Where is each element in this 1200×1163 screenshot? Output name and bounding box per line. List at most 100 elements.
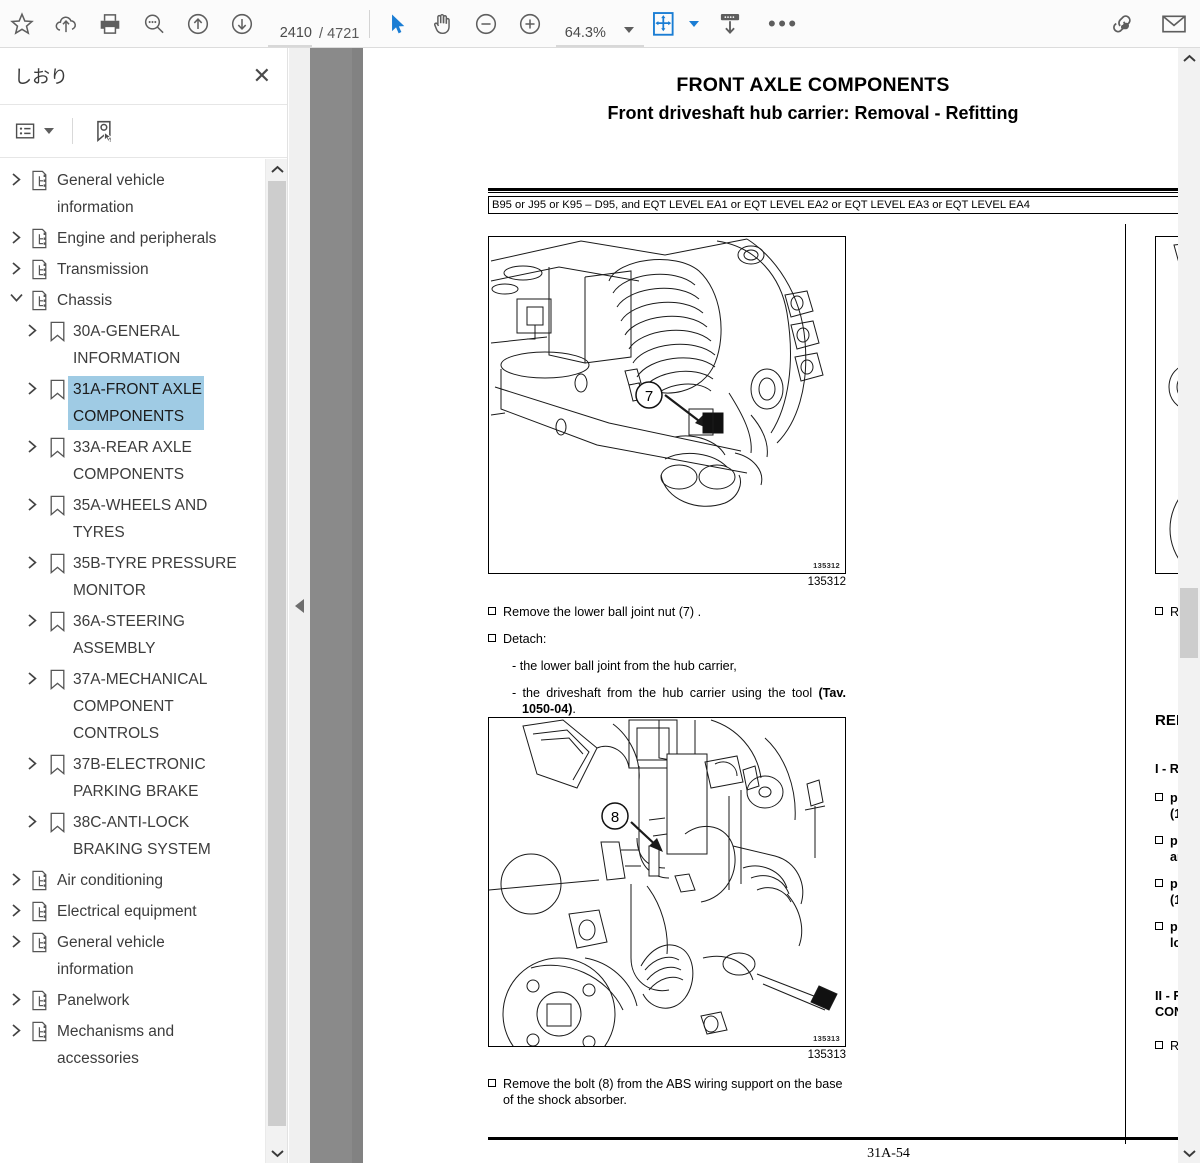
- bookmarks-sidebar: しおり ✕ General vehicle information Engine…: [0, 48, 288, 1163]
- page-total-value: 4721: [327, 25, 360, 42]
- bookmark-node-label: Panelwork: [57, 992, 130, 1009]
- bookmark-node-4[interactable]: 30A-GENERAL INFORMATION: [0, 316, 288, 374]
- sidebar-scrollbar-thumb[interactable]: [268, 181, 286, 1126]
- bookmark-node-label: General vehicle information: [57, 172, 165, 216]
- step-text: Detach:: [503, 632, 547, 646]
- next-page-icon[interactable]: [220, 1, 264, 47]
- chevron-right-icon[interactable]: [20, 751, 44, 771]
- collapse-triangle-icon: [295, 598, 304, 613]
- sidebar-scroll-up-icon[interactable]: [266, 159, 288, 179]
- bookmark-icon: [44, 608, 70, 632]
- chevron-right-icon[interactable]: [20, 608, 44, 628]
- chevron-right-icon[interactable]: [4, 898, 28, 918]
- print-icon[interactable]: [88, 1, 132, 47]
- viewer-scroll-up-icon[interactable]: [1178, 48, 1200, 68]
- bookmark-node-13[interactable]: Air conditioning: [0, 865, 288, 896]
- bookmark-node-2[interactable]: Transmission: [0, 254, 288, 285]
- bookmark-icon: [44, 809, 70, 833]
- checkbox-glyph-icon: [488, 1079, 496, 1087]
- fit-page-chevron-down-icon[interactable]: [684, 1, 704, 47]
- zoom-dropdown-chevron-icon[interactable]: [614, 22, 645, 47]
- chevron-right-icon[interactable]: [4, 225, 28, 245]
- bookmark-node-11[interactable]: 37B-ELECTRONIC PARKING BRAKE: [0, 749, 288, 807]
- document-viewer: FRONT AXLE COMPONENTS Front driveshaft h…: [289, 48, 1200, 1163]
- bookmark-node-label: Transmission: [57, 261, 149, 278]
- select-tool-icon[interactable]: [376, 1, 420, 47]
- bookmark-node-label: 35A-WHEELS AND TYRES: [73, 497, 208, 541]
- bookmark-node-16[interactable]: Panelwork: [0, 985, 288, 1016]
- sidebar-toolbar-divider: [72, 118, 73, 144]
- bookmark-node-7[interactable]: 35A-WHEELS AND TYRES: [0, 490, 288, 548]
- bookmark-node-9[interactable]: 36A-STEERING ASSEMBLY: [0, 606, 288, 664]
- hand-tool-icon[interactable]: [420, 1, 464, 47]
- bookmark-node-12[interactable]: 38C-ANTI-LOCK BRAKING SYSTEM: [0, 807, 288, 865]
- sidebar-scroll-down-icon[interactable]: [266, 1143, 288, 1163]
- viewer-scrollbar-thumb[interactable]: [1180, 588, 1198, 658]
- bookmark-node-8[interactable]: 35B-TYRE PRESSURE MONITOR: [0, 548, 288, 606]
- zoom-in-button[interactable]: [508, 1, 552, 47]
- add-bookmark-button[interactable]: [87, 114, 121, 148]
- page-subtitle: Front driveshaft hub carrier: Removal - …: [607, 103, 1019, 123]
- chevron-right-icon[interactable]: [20, 318, 44, 338]
- chevron-right-icon[interactable]: [20, 492, 44, 512]
- bookmark-node-label: 37B-ELECTRONIC PARKING BRAKE: [73, 756, 206, 800]
- previous-page-icon[interactable]: [176, 1, 220, 47]
- more-options-button[interactable]: •••: [756, 1, 810, 47]
- bookmark-node-0[interactable]: General vehicle information: [0, 165, 288, 223]
- bookmark-node-15[interactable]: General vehicle information: [0, 927, 288, 985]
- close-icon[interactable]: ✕: [253, 65, 271, 87]
- chevron-down-icon[interactable]: [4, 287, 28, 303]
- bookmark-node-14[interactable]: Electrical equipment: [0, 896, 288, 927]
- mail-icon[interactable]: [1148, 1, 1200, 47]
- fit-page-icon[interactable]: [644, 1, 684, 47]
- svg-text:8: 8: [611, 809, 619, 826]
- chevron-right-icon[interactable]: [20, 376, 44, 396]
- bookmark-node-label: 31A-FRONT AXLE COMPONENTS: [70, 376, 202, 430]
- bookmark-node-10[interactable]: 37A-MECHANICAL COMPONENT CONTROLS: [0, 664, 288, 749]
- chevron-right-icon[interactable]: [4, 256, 28, 276]
- viewer-scroll-down-icon[interactable]: [1178, 1143, 1200, 1163]
- checkbox-glyph-icon: [1155, 793, 1163, 801]
- page-number-input[interactable]: 2410: [268, 24, 312, 47]
- sidebar-scrollbar[interactable]: [265, 159, 287, 1163]
- zoom-level-value[interactable]: 64.3%: [556, 24, 615, 47]
- chevron-right-icon[interactable]: [4, 1018, 28, 1038]
- bookmark-tree[interactable]: General vehicle information Engine and pe…: [0, 159, 288, 1163]
- bookmark-node-label: Air conditioning: [57, 872, 163, 889]
- bookmark-node-label: Chassis: [57, 292, 113, 309]
- viewer-left-margin: [310, 48, 352, 1163]
- document-tree-icon: [28, 929, 54, 953]
- footer-page-number: 31A-54: [867, 1146, 910, 1161]
- pdf-page: FRONT AXLE COMPONENTS Front driveshaft h…: [363, 48, 1200, 1163]
- chevron-right-icon[interactable]: [4, 929, 28, 949]
- list-options-chevron-down-icon: [44, 128, 54, 134]
- viewer-scrollbar[interactable]: [1178, 48, 1200, 1163]
- chevron-right-icon[interactable]: [20, 550, 44, 570]
- bookmark-node-label: General vehicle information: [57, 934, 165, 978]
- sidebar-collapse-handle[interactable]: [289, 48, 310, 1163]
- chevron-right-icon[interactable]: [4, 987, 28, 1007]
- chevron-right-icon[interactable]: [20, 666, 44, 686]
- list-item: Remove the lower ball joint nut (7) .: [488, 604, 848, 620]
- bookmark-node-5[interactable]: 31A-FRONT AXLE COMPONENTS: [0, 374, 288, 432]
- document-tree-icon: [28, 256, 54, 280]
- chevron-right-icon[interactable]: [4, 867, 28, 887]
- bookmark-star-icon[interactable]: [0, 1, 44, 47]
- bookmark-node-6[interactable]: 33A-REAR AXLE COMPONENTS: [0, 432, 288, 490]
- bookmark-node-3[interactable]: Chassis: [0, 285, 288, 316]
- list-item: - the lower ball joint from the hub carr…: [512, 659, 737, 673]
- search-icon[interactable]: [132, 1, 176, 47]
- bookmark-node-17[interactable]: Mechanisms and accessories: [0, 1016, 288, 1074]
- zoom-out-button[interactable]: [464, 1, 508, 47]
- bookmark-node-1[interactable]: Engine and peripherals: [0, 223, 288, 254]
- save-download-icon[interactable]: [704, 1, 756, 47]
- chevron-right-icon[interactable]: [4, 167, 28, 187]
- share-link-icon[interactable]: [1096, 1, 1148, 47]
- chevron-right-icon[interactable]: [20, 809, 44, 829]
- step-text: Remove the lower ball joint nut (7) .: [503, 605, 702, 619]
- list-options-button[interactable]: [10, 115, 58, 147]
- chevron-right-icon[interactable]: [20, 434, 44, 454]
- cloud-upload-icon[interactable]: [44, 1, 88, 47]
- step-text: Remove the bolt (8) from the ABS wiring …: [503, 1077, 843, 1107]
- figure-inner-id: 135313: [813, 1034, 840, 1043]
